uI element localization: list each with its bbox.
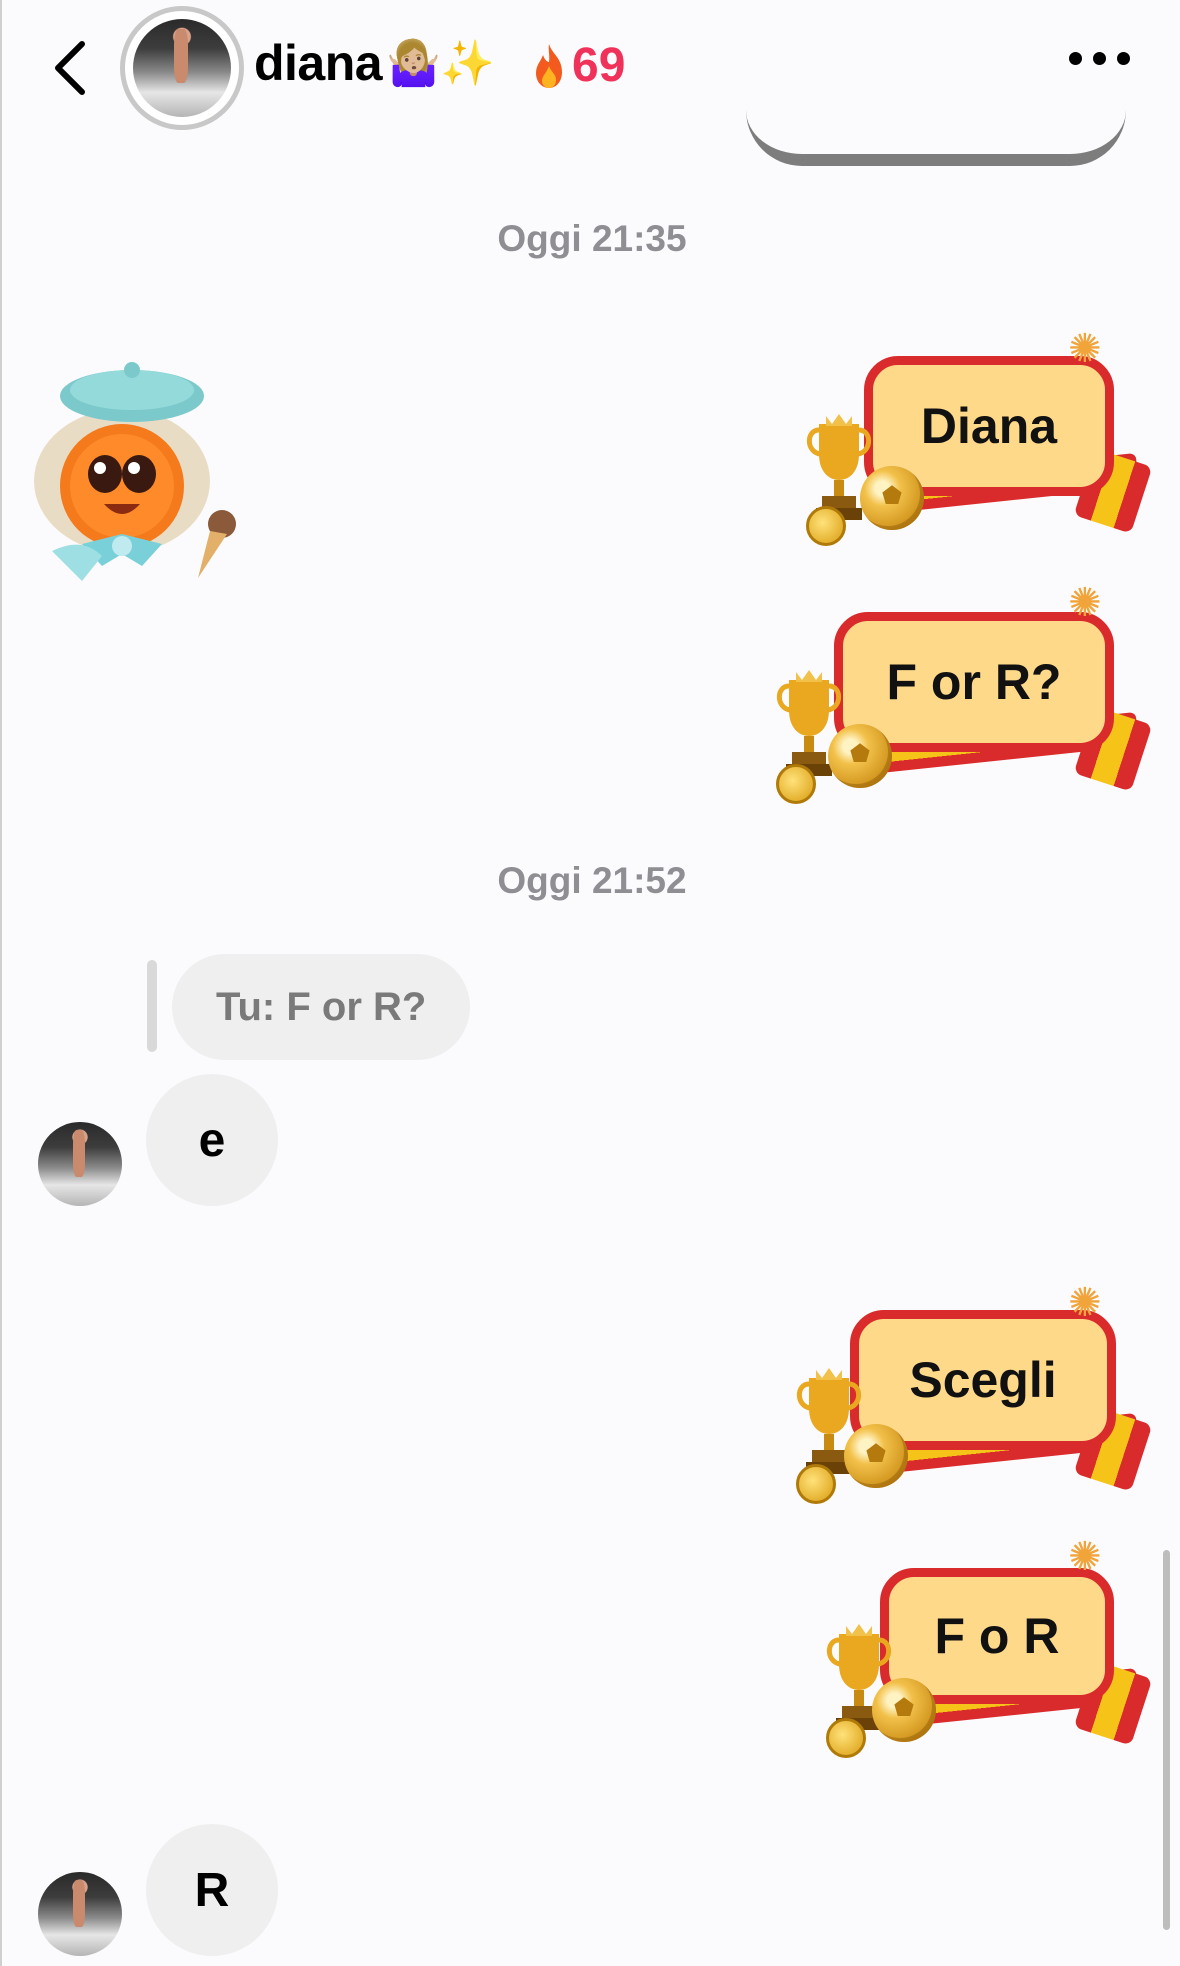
scrollbar[interactable]: [1163, 1550, 1170, 1930]
sticker-message[interactable]: ✺ F o R: [818, 1534, 1153, 1764]
chat-header: diana 🤷🏼‍♀️✨ 69: [2, 0, 1180, 166]
timestamp: Oggi 21:52: [497, 860, 687, 901]
message-text: e: [198, 1113, 226, 1167]
sticker-text: F or R?: [886, 654, 1062, 710]
character-sticker[interactable]: [22, 356, 244, 596]
timestamp: Oggi 21:35: [497, 218, 687, 259]
sender-avatar[interactable]: [38, 1122, 122, 1206]
sticker-message[interactable]: ✺ Diana: [798, 326, 1153, 552]
firework-icon: ✺: [1068, 1534, 1102, 1580]
sticker-text: F o R: [934, 1608, 1060, 1664]
streak-count: 69: [572, 39, 626, 92]
medal-icon: [796, 1464, 836, 1504]
chevron-left-icon: [55, 41, 85, 95]
contact-avatar[interactable]: [120, 6, 244, 130]
flame-icon: [536, 43, 562, 88]
more-horizontal-icon: [1093, 52, 1106, 65]
sticker-message[interactable]: ✺ F or R?: [768, 580, 1153, 810]
streak-indicator: 69: [530, 38, 625, 93]
sticker-message[interactable]: ✺ Scegli: [788, 1280, 1153, 1510]
firework-icon: ✺: [1068, 580, 1102, 626]
message-text: R: [194, 1863, 230, 1917]
sender-avatar[interactable]: [38, 1872, 122, 1956]
reply-preview-bubble[interactable]: Tu: F or R?: [172, 954, 471, 1060]
avatar-image: [133, 19, 231, 117]
name-emoji: 🤷🏼‍♀️✨: [386, 38, 495, 89]
incoming-message-bubble[interactable]: e: [146, 1074, 278, 1206]
more-horizontal-icon: [1069, 52, 1082, 65]
firework-icon: ✺: [1068, 326, 1102, 372]
soccer-ball-icon: [828, 724, 892, 788]
soccer-ball-icon: [860, 466, 924, 530]
more-horizontal-icon: [1117, 52, 1130, 65]
chat-screen: diana 🤷🏼‍♀️✨ 69 Oggi 21:35: [0, 0, 1180, 1966]
soccer-ball-icon: [844, 1424, 908, 1488]
incoming-message-bubble[interactable]: R: [146, 1824, 278, 1956]
soccer-ball-icon: [872, 1678, 936, 1742]
sticker-text: Diana: [920, 398, 1058, 454]
reply-indicator-bar: [147, 960, 157, 1052]
more-options-button[interactable]: [1069, 52, 1130, 65]
sticker-text: Scegli: [909, 1352, 1057, 1408]
medal-icon: [806, 506, 846, 546]
previous-message-edge: [746, 110, 1126, 166]
firework-icon: ✺: [1068, 1280, 1102, 1326]
character-sticker-image: [34, 362, 236, 581]
contact-name[interactable]: diana 🤷🏼‍♀️✨: [254, 34, 495, 92]
back-button[interactable]: [42, 36, 98, 100]
medal-icon: [826, 1718, 866, 1758]
medal-icon: [776, 764, 816, 804]
reply-preview-text: Tu: F or R?: [216, 984, 427, 1029]
contact-name-text: diana: [254, 35, 383, 91]
